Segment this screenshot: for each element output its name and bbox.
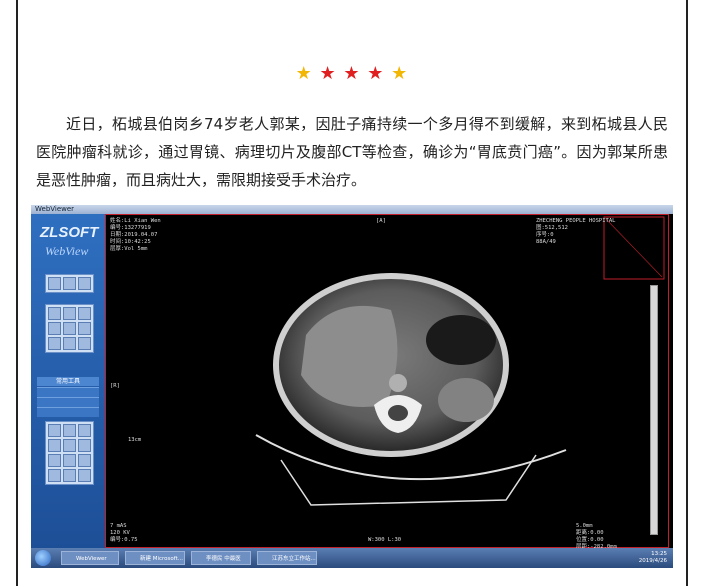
taskbar-item[interactable]: WebViewer bbox=[61, 551, 119, 565]
tool-icon[interactable] bbox=[63, 424, 76, 437]
stomach-gas bbox=[426, 315, 496, 365]
ct-scan-screenshot: WebViewer ZLSOFT WebView 常用工具 姓名:Li Xian… bbox=[31, 205, 673, 568]
toolbar-bottom bbox=[45, 421, 94, 485]
sidebar-section-label: 常用工具 bbox=[37, 377, 99, 386]
star-icon: ★ bbox=[295, 63, 313, 84]
toolbar-middle bbox=[45, 304, 94, 353]
top-orientation-marker: [A] bbox=[376, 218, 386, 224]
window-title: WebViewer bbox=[31, 205, 673, 214]
start-button[interactable] bbox=[35, 550, 51, 566]
webview-logo: WebView bbox=[45, 244, 89, 258]
star-icon: ★ bbox=[391, 63, 409, 84]
tool-icon[interactable] bbox=[48, 454, 61, 467]
tool-icon[interactable] bbox=[63, 439, 76, 452]
viewer-sidebar: ZLSOFT WebView 常用工具 bbox=[31, 214, 105, 548]
tool-icon[interactable] bbox=[78, 322, 91, 335]
window-level-info: W:300 L:30 bbox=[368, 537, 402, 543]
sidebar-button[interactable] bbox=[37, 407, 99, 417]
hospital-info: ZHECHENG PEOPLE HOSPITAL 图:512,512 序号:0 … bbox=[536, 218, 616, 245]
tool-icon[interactable] bbox=[63, 277, 76, 290]
tool-icon[interactable] bbox=[78, 424, 91, 437]
scan-parameters: 7 mAS 120 KV 编号:0.75 bbox=[110, 523, 138, 543]
star-icon: ★ bbox=[343, 63, 361, 84]
tool-icon[interactable] bbox=[78, 277, 91, 290]
tool-icon[interactable] bbox=[63, 322, 76, 335]
tool-icon[interactable] bbox=[48, 277, 61, 290]
toolbar-top bbox=[45, 274, 94, 293]
patient-info: 姓名:Li Xian Wen 编号:13277919 日期:2019.04.07… bbox=[110, 218, 161, 252]
tool-icon[interactable] bbox=[78, 337, 91, 350]
tool-icon[interactable] bbox=[78, 307, 91, 320]
tool-icon[interactable] bbox=[63, 469, 76, 482]
tool-icon[interactable] bbox=[63, 337, 76, 350]
tool-icon[interactable] bbox=[48, 469, 61, 482]
frame-border-left bbox=[16, 0, 18, 586]
spleen bbox=[438, 378, 494, 422]
tool-icon[interactable] bbox=[78, 439, 91, 452]
tool-icon[interactable] bbox=[48, 322, 61, 335]
tool-icon[interactable] bbox=[63, 454, 76, 467]
tool-icon[interactable] bbox=[63, 307, 76, 320]
aorta bbox=[389, 374, 407, 392]
tool-icon[interactable] bbox=[48, 337, 61, 350]
tool-icon[interactable] bbox=[78, 469, 91, 482]
tool-icon[interactable] bbox=[48, 439, 61, 452]
tool-icon[interactable] bbox=[78, 454, 91, 467]
star-icon: ★ bbox=[367, 63, 385, 84]
zlsoft-logo: ZLSOFT bbox=[40, 224, 99, 241]
sidebar-button[interactable] bbox=[37, 387, 99, 397]
sidebar-button[interactable] bbox=[37, 397, 99, 407]
windows-taskbar: WebViewer 新建 Microsoft... 李德民 中最医院... 江苏… bbox=[31, 548, 673, 568]
taskbar-item[interactable]: 新建 Microsoft... bbox=[125, 551, 185, 565]
scale-label: 13cm bbox=[128, 437, 142, 443]
tool-icon[interactable] bbox=[48, 307, 61, 320]
viewer-scrollbar[interactable] bbox=[650, 285, 658, 535]
frame-border-right bbox=[686, 0, 688, 586]
left-orientation-marker: [R] bbox=[110, 383, 120, 389]
slice-info: 5.0mm 距离:0.00 位置:0.00 层距:-282.0mm bbox=[576, 523, 617, 550]
taskbar-item[interactable]: 江苏东立工作站... bbox=[257, 551, 317, 565]
article-paragraph: 近日，柘城县伯岗乡74岁老人郭某，因肚子痛持续一个多月得不到缓解，来到柘城县人民… bbox=[36, 115, 668, 189]
taskbar-clock: 13:25 2019/4/26 bbox=[638, 551, 667, 564]
ct-image bbox=[255, 216, 665, 506]
article-frame: ★ ★ ★ ★ ★ 近日，柘城县伯岗乡74岁老人郭某，因肚子痛持续一个多月得不到… bbox=[0, 0, 704, 586]
rating-stars: ★ ★ ★ ★ ★ bbox=[0, 64, 704, 84]
taskbar-item[interactable]: 李德民 中最医院... bbox=[191, 551, 251, 565]
spinal-canal bbox=[388, 405, 408, 421]
tool-icon[interactable] bbox=[48, 424, 61, 437]
ct-image-viewer[interactable]: 姓名:Li Xian Wen 编号:13277919 日期:2019.04.07… bbox=[105, 214, 669, 550]
star-icon: ★ bbox=[319, 63, 337, 84]
